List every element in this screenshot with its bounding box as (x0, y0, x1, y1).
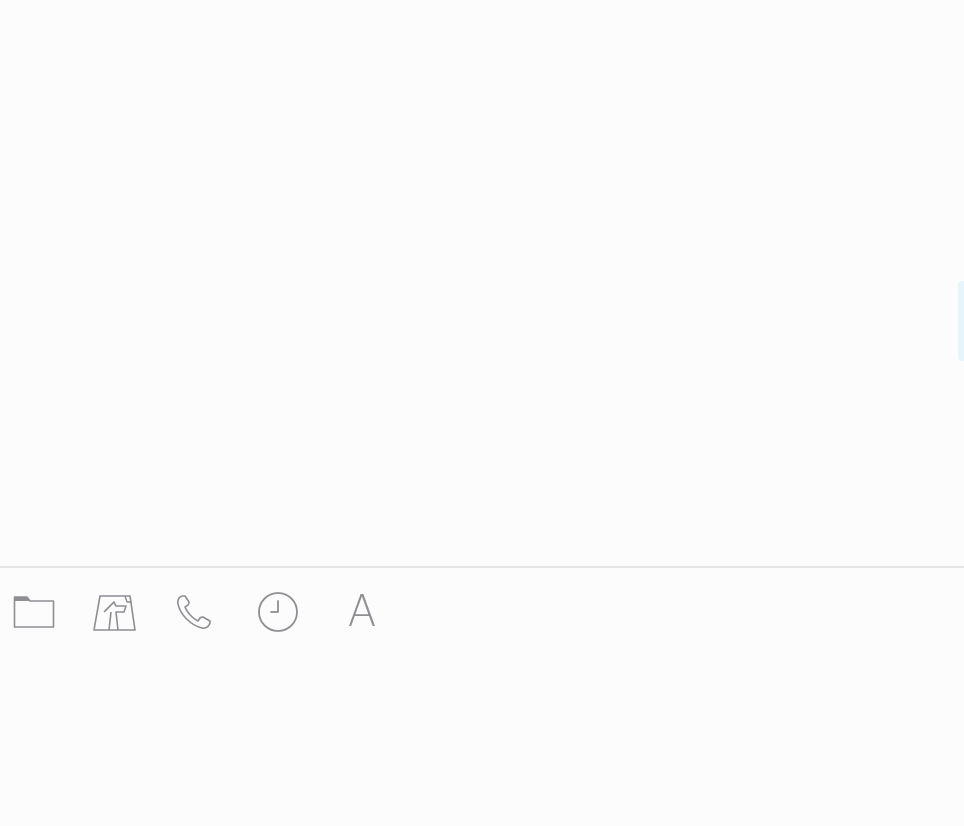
letter-a-icon: A (347, 586, 377, 637)
map-icon (93, 595, 136, 631)
font-button[interactable]: A (338, 588, 386, 636)
content-area (0, 0, 964, 566)
map-button[interactable] (90, 588, 138, 636)
bottom-toolbar: A (0, 568, 964, 826)
phone-icon (177, 595, 211, 629)
folder-button[interactable] (10, 588, 58, 636)
clock-button[interactable] (254, 588, 302, 636)
folder-icon (13, 596, 55, 628)
clock-icon (258, 592, 298, 632)
phone-button[interactable] (170, 588, 218, 636)
side-panel-handle[interactable] (958, 281, 964, 361)
